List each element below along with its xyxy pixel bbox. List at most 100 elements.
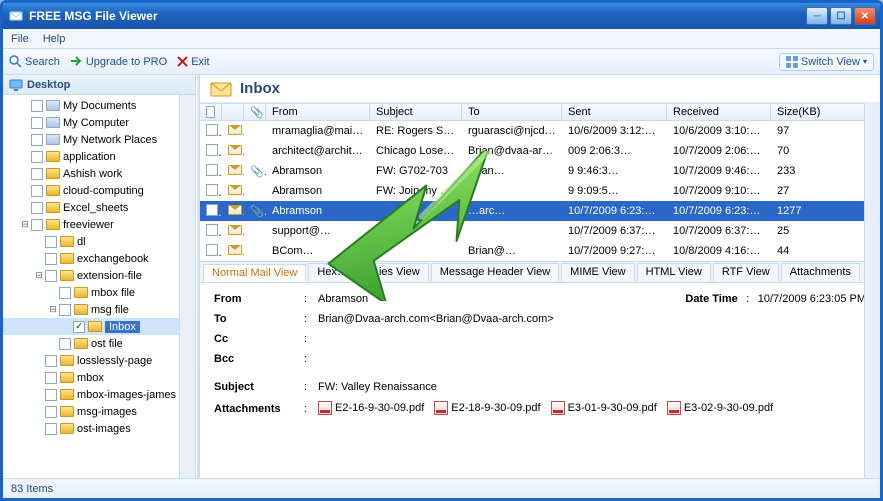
tree-item[interactable]: mbox: [3, 369, 195, 386]
tree-checkbox[interactable]: [31, 202, 43, 214]
tree-item[interactable]: cloud-computing: [3, 182, 195, 199]
mail-received: 10/6/2009 3:10:1…: [667, 125, 771, 137]
content-scrollbar[interactable]: [864, 103, 880, 478]
attachment-file[interactable]: E3-02-9-30-09.pdf: [667, 401, 773, 415]
menu-file[interactable]: File: [11, 33, 29, 45]
col-received[interactable]: Received: [667, 104, 771, 120]
tree-item[interactable]: ost-images: [3, 420, 195, 437]
collapse-icon[interactable]: ⊟: [33, 270, 45, 281]
tree-item[interactable]: ⊟extension-file: [3, 267, 195, 284]
tab-attachments[interactable]: Attachments: [781, 263, 860, 281]
mail-row[interactable]: support@…10/7/2009 6:37:4…10/7/2009 6:37…: [200, 221, 880, 241]
maximize-button[interactable]: ☐: [830, 7, 852, 25]
tree-root[interactable]: Desktop: [3, 75, 195, 95]
titlebar[interactable]: FREE MSG File Viewer ─ ☐ ✕: [3, 3, 880, 29]
tree-item[interactable]: ⊟msg file: [3, 301, 195, 318]
tree-checkbox[interactable]: [73, 321, 85, 333]
mail-row[interactable]: architect@archit…Chicago Loses 2…Brian@d…: [200, 141, 880, 161]
tree-item[interactable]: Excel_sheets: [3, 199, 195, 216]
exit-button[interactable]: Exit: [177, 56, 209, 68]
mail-row-checkbox[interactable]: [200, 164, 222, 179]
mail-from: BCom…: [266, 245, 370, 257]
tree-item[interactable]: My Documents: [3, 97, 195, 114]
tree-checkbox[interactable]: [31, 151, 43, 163]
mail-row-checkbox[interactable]: [200, 244, 222, 259]
col-from[interactable]: From: [266, 104, 370, 120]
tree-item[interactable]: exchangebook: [3, 250, 195, 267]
mail-row-checkbox[interactable]: [200, 144, 222, 159]
mail-row[interactable]: BCom…Brian@…10/7/2009 9:27:3…10/8/2009 4…: [200, 241, 880, 261]
tree-checkbox[interactable]: [45, 389, 57, 401]
tree-item[interactable]: losslessly-page: [3, 352, 195, 369]
tree-checkbox[interactable]: [45, 355, 57, 367]
tree-item-label: mbox: [77, 372, 104, 384]
close-button[interactable]: ✕: [854, 7, 876, 25]
menu-help[interactable]: Help: [43, 33, 66, 45]
tree-checkbox[interactable]: [45, 406, 57, 418]
col-to[interactable]: To: [462, 104, 562, 120]
tree-checkbox[interactable]: [31, 100, 43, 112]
detail-attachments-label: Attachments: [214, 403, 304, 415]
mail-row[interactable]: 📎Abramson…arc…10/7/2009 6:23:0…10/7/2009…: [200, 201, 880, 221]
tab-hex-view[interactable]: Hex…: [308, 263, 357, 281]
attachment-file[interactable]: E2-18-9-30-09.pdf: [434, 401, 540, 415]
tree-checkbox[interactable]: [45, 253, 57, 265]
mail-row-checkbox[interactable]: [200, 224, 222, 239]
tree-item[interactable]: dl: [3, 233, 195, 250]
tree-item[interactable]: application: [3, 148, 195, 165]
tree-checkbox[interactable]: [31, 117, 43, 129]
search-button[interactable]: Search: [9, 55, 60, 68]
mail-row[interactable]: 📎AbramsonFW: G702-703Brian…9 9:46:3…10/7…: [200, 161, 880, 181]
mail-row[interactable]: AbramsonFW: Join my p…9 9:09:5…10/7/2009…: [200, 181, 880, 201]
tree-item[interactable]: My Network Places: [3, 131, 195, 148]
attachment-file[interactable]: E3-01-9-30-09.pdf: [551, 401, 657, 415]
tree-item[interactable]: msg-images: [3, 403, 195, 420]
search-label: Search: [25, 56, 60, 68]
mail-row-checkbox[interactable]: [200, 124, 222, 139]
upgrade-button[interactable]: Upgrade to PRO: [70, 55, 167, 68]
tree-item[interactable]: My Computer: [3, 114, 195, 131]
tree-item[interactable]: Ashish work: [3, 165, 195, 182]
tree-checkbox[interactable]: [45, 236, 57, 248]
tree-checkbox[interactable]: [59, 287, 71, 299]
tab-mime-view[interactable]: MIME View: [561, 263, 634, 281]
mail-from: support@…: [266, 225, 370, 237]
col-subject[interactable]: Subject: [370, 104, 462, 120]
col-attachment-icon[interactable]: 📎: [244, 104, 266, 120]
tree-checkbox[interactable]: [31, 168, 43, 180]
tree-checkbox[interactable]: [59, 304, 71, 316]
tree-checkbox[interactable]: [31, 185, 43, 197]
tree-checkbox[interactable]: [59, 338, 71, 350]
tree-item-label: My Computer: [63, 117, 129, 129]
tab-html-view[interactable]: HTML View: [637, 263, 711, 281]
folder-tree[interactable]: My Documents My Computer My Network Places…: [3, 95, 195, 478]
tree-checkbox[interactable]: [31, 134, 43, 146]
tree-item[interactable]: ost file: [3, 335, 195, 352]
tab-properties-view[interactable]: …ies View: [359, 263, 429, 281]
col-type-icon[interactable]: [222, 104, 244, 120]
tree-checkbox[interactable]: [45, 270, 57, 282]
tree-item[interactable]: mbox-images-james: [3, 386, 195, 403]
tab-message-header-view[interactable]: Message Header View: [431, 263, 559, 281]
mail-row[interactable]: mramaglia@mai…RE: Rogers Stor…rguarasci@…: [200, 121, 880, 141]
col-sent[interactable]: Sent: [562, 104, 667, 120]
tab-rtf-view[interactable]: RTF View: [713, 263, 779, 281]
tree-checkbox[interactable]: [45, 423, 57, 435]
minimize-button[interactable]: ─: [806, 7, 828, 25]
collapse-icon[interactable]: ⊟: [47, 304, 59, 315]
switch-view-button[interactable]: Switch View ▾: [779, 53, 874, 71]
mail-row-checkbox[interactable]: [200, 184, 222, 199]
attachment-filename: E3-01-9-30-09.pdf: [568, 402, 657, 414]
attachment-file[interactable]: E2-16-9-30-09.pdf: [318, 401, 424, 415]
mail-row-checkbox[interactable]: [200, 204, 222, 219]
sidebar-scrollbar[interactable]: [179, 95, 195, 478]
attachment-icon: 📎: [244, 165, 266, 178]
tree-checkbox[interactable]: [31, 219, 43, 231]
tree-item[interactable]: ⊟freeviewer: [3, 216, 195, 233]
tree-checkbox[interactable]: [45, 372, 57, 384]
collapse-icon[interactable]: ⊟: [19, 219, 31, 230]
tree-item[interactable]: mbox file: [3, 284, 195, 301]
col-checkbox[interactable]: [200, 104, 222, 120]
tab-normal-mail-view[interactable]: Normal Mail View: [203, 264, 306, 282]
tree-item[interactable]: Inbox: [3, 318, 195, 335]
